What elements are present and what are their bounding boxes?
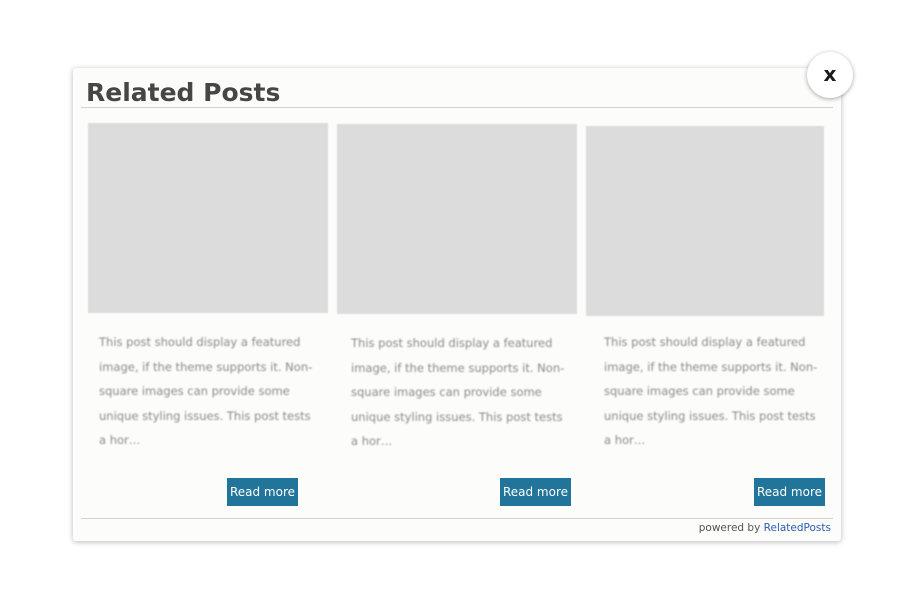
powered-by: powered by RelatedPosts [699,522,831,534]
read-more-button[interactable]: Read more [754,478,825,506]
close-button[interactable]: x [807,52,853,98]
read-more-button[interactable]: Read more [227,478,298,506]
powered-by-text: powered by [698,522,761,534]
post-excerpt: This post should display a featured imag… [99,335,313,447]
post-excerpt: This post should display a featured imag… [604,335,818,447]
modal-title: Related Posts [86,78,281,107]
post-excerpt: This post should display a featured imag… [351,336,565,448]
post-thumbnail[interactable] [337,124,577,314]
relatedposts-link[interactable]: RelatedPosts [764,522,831,534]
post-card-1: This post should display a featured imag… [88,123,328,513]
title-divider [81,107,833,108]
post-card-3: This post should display a featured imag… [586,126,825,516]
close-icon[interactable]: x [824,64,837,84]
footer-divider [81,518,833,519]
post-thumbnail[interactable] [586,126,824,316]
post-thumbnail[interactable] [88,123,328,313]
post-card-2: This post should display a featured imag… [337,124,577,514]
read-more-button[interactable]: Read more [500,478,571,506]
related-posts-modal: Related Posts x This post should display… [73,52,853,541]
